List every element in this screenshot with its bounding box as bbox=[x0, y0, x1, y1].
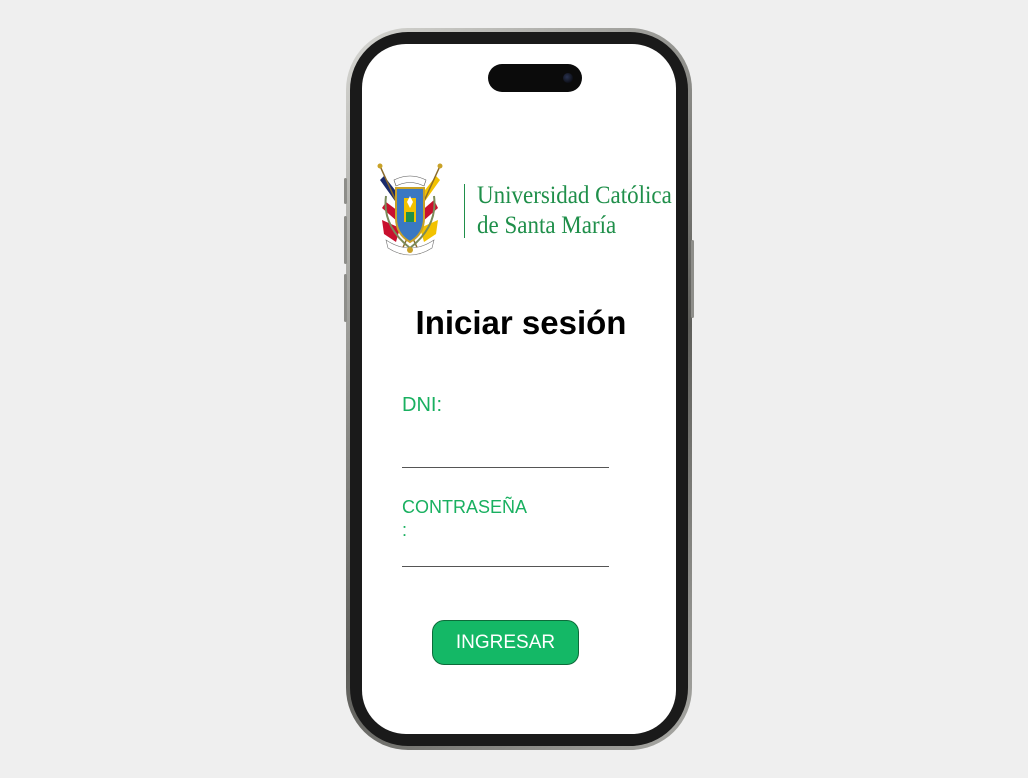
phone-frame: Universidad Católica de Santa María Inic… bbox=[344, 28, 694, 750]
front-camera-icon bbox=[563, 73, 573, 83]
volume-down-button bbox=[344, 274, 347, 322]
power-button bbox=[691, 240, 694, 318]
password-field[interactable] bbox=[402, 540, 609, 567]
university-logo: Universidad Católica de Santa María bbox=[376, 162, 672, 262]
password-label: CONTRASEÑA : bbox=[402, 496, 542, 542]
page-title: Iniciar sesión bbox=[415, 304, 627, 341]
dni-field[interactable] bbox=[402, 441, 609, 468]
password-label-text: CONTRASEÑA : bbox=[402, 497, 528, 540]
university-name-line1: Universidad Católica bbox=[477, 182, 672, 209]
phone-bezel: Universidad Católica de Santa María Inic… bbox=[350, 32, 688, 746]
university-crest-icon bbox=[377, 163, 443, 256]
dni-label: DNI: bbox=[402, 394, 442, 416]
university-name-line2: de Santa María bbox=[477, 212, 617, 239]
volume-up-button bbox=[344, 216, 347, 264]
volume-up-button bbox=[344, 178, 347, 204]
dynamic-island bbox=[488, 64, 582, 92]
university-name: Universidad Católica de Santa María bbox=[477, 181, 672, 241]
login-button[interactable]: INGRESAR bbox=[432, 620, 579, 665]
logo-divider bbox=[464, 184, 465, 238]
screen: Universidad Católica de Santa María Inic… bbox=[362, 44, 676, 734]
